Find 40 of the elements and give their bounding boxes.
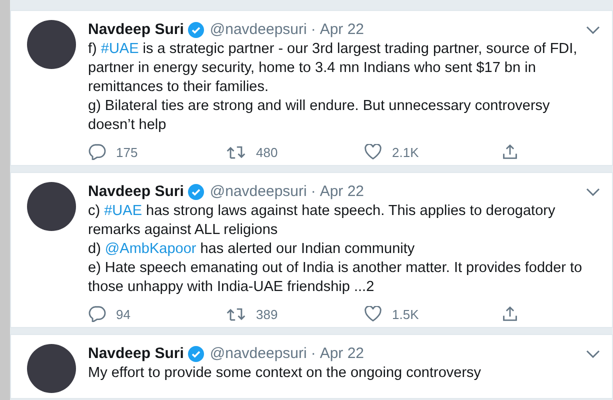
tweet-text: e) Hate speech emanating out of India is another matter. It provides fodder to those unhappy with India-UAE friendship ...2 xyxy=(88,259,584,297)
mention-link[interactable]: @AmbKapoor xyxy=(104,241,196,257)
author-handle[interactable]: @navdeepsuri xyxy=(210,344,307,364)
reply-icon[interactable] xyxy=(88,306,106,322)
tweet-date[interactable]: Apr 22 xyxy=(320,20,364,40)
avatar-photo-placeholder[interactable] xyxy=(27,344,76,393)
tweet-text: f) #UAE is a strategic partner - our 3rd largest trading partner, source of FDI, partner in energy security, home to 3.4 mn Indians who sent $17 bn in remittances to their families. xyxy=(88,40,578,97)
author-name[interactable]: Navdeep Suri xyxy=(88,20,184,40)
like-count: 1.5K xyxy=(392,306,419,322)
hashtag-link[interactable]: #UAE xyxy=(100,41,139,57)
author-name[interactable]: Navdeep Suri xyxy=(88,182,184,202)
hashtag-link[interactable]: #UAE xyxy=(104,203,142,219)
avatar-photo-placeholder[interactable] xyxy=(27,20,76,69)
heart-icon[interactable] xyxy=(364,144,382,160)
retweet-icon[interactable] xyxy=(226,306,246,322)
separator-dot: · xyxy=(310,20,316,40)
avatar-photo-placeholder[interactable] xyxy=(27,182,76,231)
tweet-text: d) @AmbKapoor has alerted our Indian community xyxy=(88,240,416,259)
tweet-date[interactable]: Apr 22 xyxy=(320,182,364,202)
tweet-text: g) Bilateral ties are strong and will endure. But unnecessary controversy doesn’t help xyxy=(88,97,551,135)
retweet-icon[interactable] xyxy=(226,144,246,160)
like-count: 2.1K xyxy=(392,144,419,160)
chevron-down-icon[interactable] xyxy=(586,188,600,196)
separator-dot: · xyxy=(310,344,316,364)
reply-icon[interactable] xyxy=(88,144,106,160)
share-icon[interactable] xyxy=(502,306,518,322)
retweet-count: 480 xyxy=(256,144,278,160)
reply-count: 175 xyxy=(116,144,138,160)
chevron-down-icon[interactable] xyxy=(586,26,600,34)
chevron-down-icon[interactable] xyxy=(586,350,600,358)
heart-icon[interactable] xyxy=(364,306,382,322)
author-handle[interactable]: @navdeepsuri xyxy=(210,182,307,202)
tweet-date[interactable]: Apr 22 xyxy=(320,344,364,364)
share-icon[interactable] xyxy=(502,144,518,160)
author-handle[interactable]: @navdeepsuri xyxy=(210,20,307,40)
author-name[interactable]: Navdeep Suri xyxy=(88,344,184,364)
separator-dot: · xyxy=(310,182,316,202)
tweet-text: My effort to provide some context on the ongoing controversy xyxy=(88,364,482,383)
retweet-count: 389 xyxy=(256,306,278,322)
reply-count: 94 xyxy=(116,306,130,322)
